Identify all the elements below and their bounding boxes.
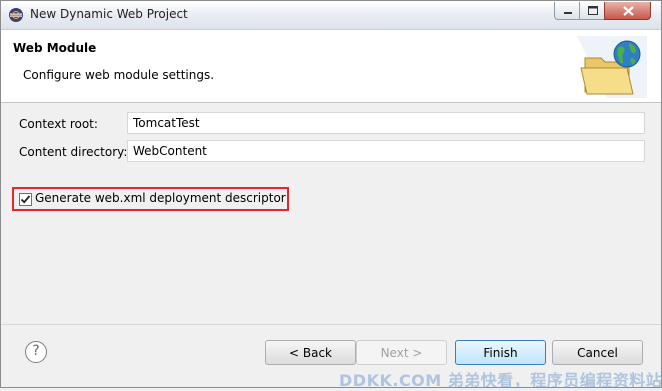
site-watermark: DDKK.COM 弟弟快看，程序员编程资料站	[339, 371, 662, 390]
next-button[interactable]: Next >	[356, 340, 447, 365]
generate-webxml-checkbox[interactable]	[19, 193, 32, 206]
page-title: Web Module	[13, 41, 97, 55]
minimize-icon	[564, 12, 572, 14]
help-icon: ?	[32, 343, 40, 359]
button-bar-separator	[1, 324, 661, 325]
generate-webxml-label[interactable]: Generate web.xml deployment descriptor	[35, 191, 286, 205]
window-title: New Dynamic Web Project	[30, 7, 188, 21]
wizard-banner: Web Module Configure web module settings…	[1, 30, 661, 103]
dialog-window: New Dynamic Web Project Web Module Confi…	[0, 0, 662, 390]
minimize-button[interactable]	[554, 2, 580, 20]
title-bar[interactable]: New Dynamic Web Project	[1, 1, 661, 30]
context-root-input[interactable]	[127, 112, 645, 134]
context-root-label: Context root:	[19, 117, 98, 131]
maximize-button[interactable]	[579, 2, 605, 20]
page-description: Configure web module settings.	[23, 68, 215, 82]
checkmark-icon	[20, 195, 31, 204]
cancel-button[interactable]: Cancel	[552, 340, 643, 365]
web-folder-globe-icon	[577, 36, 647, 98]
back-button[interactable]: < Back	[265, 340, 356, 365]
maximize-icon	[588, 6, 598, 15]
close-icon	[623, 6, 634, 16]
help-button[interactable]: ?	[25, 341, 47, 363]
content-directory-label: Content directory:	[19, 145, 128, 159]
content-directory-input[interactable]	[127, 140, 645, 162]
eclipse-app-icon	[9, 8, 23, 22]
finish-button[interactable]: Finish	[455, 340, 546, 365]
close-window-button[interactable]	[604, 2, 651, 20]
